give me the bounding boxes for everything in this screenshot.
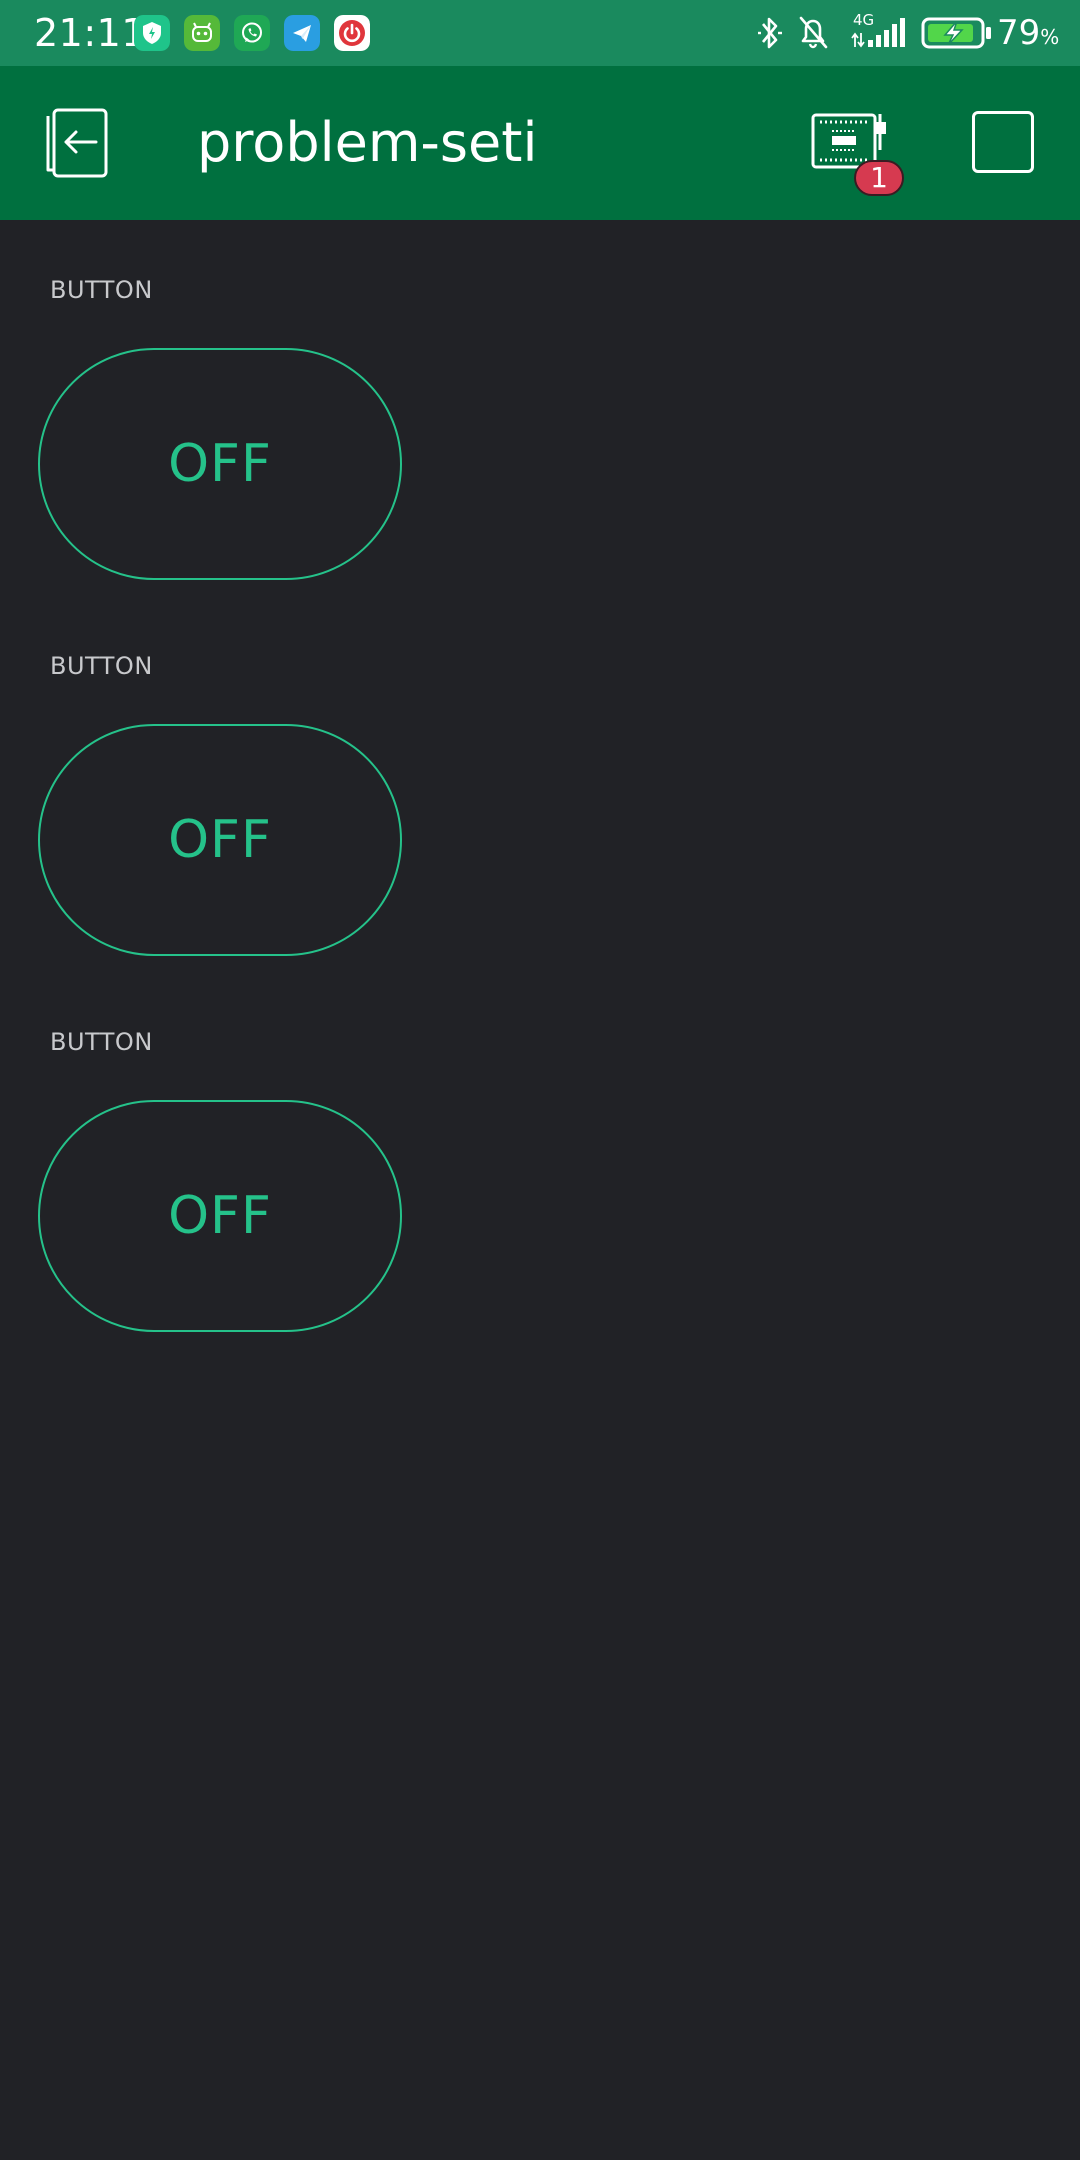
notification-icons: [134, 15, 370, 51]
toggle-state-label: OFF: [168, 434, 272, 494]
bell-muted-icon: [799, 16, 828, 49]
exit-back-button[interactable]: [40, 106, 114, 180]
vpn-shield-icon: [134, 15, 170, 51]
project-title: problem-seti: [197, 111, 538, 174]
robot-app-icon: [184, 15, 220, 51]
battery-percentage: 79%: [997, 12, 1059, 58]
stop-project-button[interactable]: [972, 111, 1034, 173]
toggle-button-2[interactable]: OFF: [38, 724, 402, 956]
device-notification-badge: 1: [854, 160, 904, 196]
toggle-state-label: OFF: [168, 1186, 272, 1246]
data-arrows-icon: [851, 32, 865, 48]
button-widget-1: BUTTON OFF: [0, 274, 1080, 650]
signal-strength-icon: [868, 18, 905, 47]
button-widget-3: BUTTON OFF: [0, 1026, 1080, 1402]
app-bar: problem-seti 1: [0, 66, 1080, 220]
widget-label: BUTTON: [50, 276, 153, 304]
bluetooth-icon: [758, 17, 782, 49]
power-app-icon: [334, 15, 370, 51]
toggle-button-3[interactable]: OFF: [38, 1100, 402, 1332]
toggle-state-label: OFF: [168, 810, 272, 870]
widget-label: BUTTON: [50, 1028, 153, 1056]
button-widget-2: BUTTON OFF: [0, 650, 1080, 1026]
battery-charging-icon: [921, 17, 991, 49]
widget-label: BUTTON: [50, 652, 153, 680]
status-time: 21:11: [34, 11, 147, 55]
status-bar: 21:11 4G 79%: [0, 0, 1080, 66]
battery-unit: %: [1040, 25, 1060, 49]
battery-level: 79: [997, 13, 1041, 53]
telegram-icon: [284, 15, 320, 51]
whatsapp-icon: [234, 15, 270, 51]
toggle-button-1[interactable]: OFF: [38, 348, 402, 580]
